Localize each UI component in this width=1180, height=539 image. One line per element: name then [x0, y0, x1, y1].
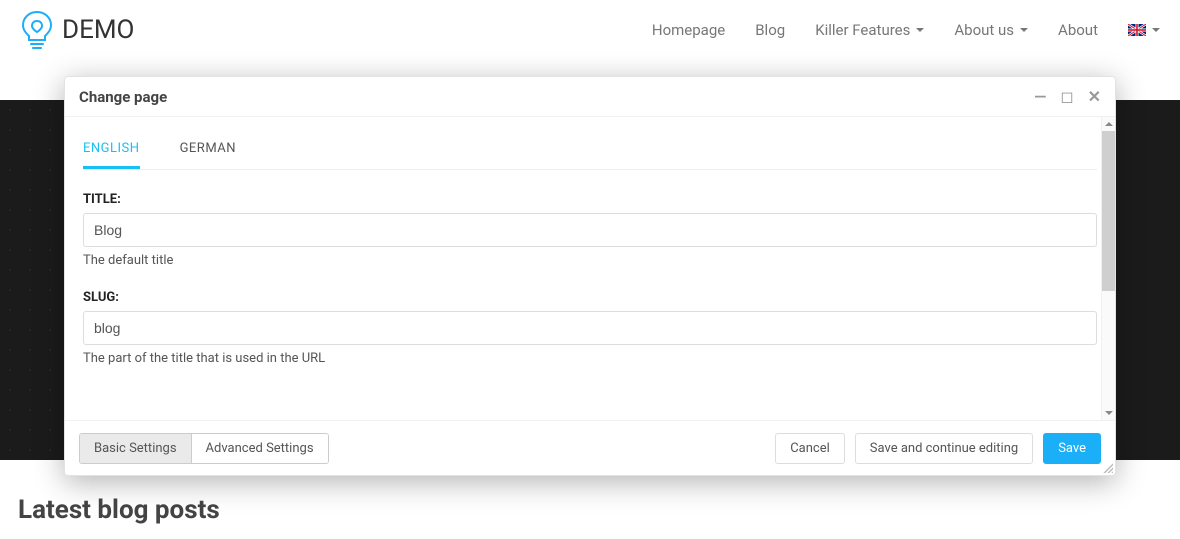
scroll-down-icon[interactable] [1102, 406, 1115, 420]
nav-item-blog[interactable]: Blog [755, 21, 785, 39]
nav-item-about[interactable]: About [1058, 21, 1098, 39]
change-page-modal: Change page — ◻ ✕ ENGLISH GERMAN TITLE: … [64, 76, 1116, 476]
modal-title: Change page [79, 88, 167, 106]
title-label: TITLE: [83, 192, 1097, 207]
language-selector[interactable] [1128, 24, 1160, 36]
tab-german[interactable]: GERMAN [180, 131, 236, 169]
latest-blog-posts-heading: Latest blog posts [18, 495, 220, 525]
footer-actions: Cancel Save and continue editing Save [775, 433, 1101, 464]
title-input[interactable] [83, 213, 1097, 247]
nav-item-about-us[interactable]: About us [954, 21, 1028, 39]
close-icon[interactable]: ✕ [1088, 87, 1101, 106]
maximize-icon[interactable]: ◻ [1060, 87, 1073, 106]
save-and-continue-button[interactable]: Save and continue editing [855, 433, 1033, 464]
nav-menu: Homepage Blog Killer Features About us A… [652, 21, 1160, 39]
flag-uk-icon [1128, 24, 1146, 36]
nav-item-killer-features[interactable]: Killer Features [815, 21, 924, 39]
chevron-down-icon [1152, 28, 1160, 32]
minimize-icon[interactable]: — [1034, 87, 1046, 106]
slug-help-text: The part of the title that is used in th… [83, 351, 1097, 366]
brand-text: DEMO [62, 15, 134, 45]
title-help-text: The default title [83, 253, 1097, 268]
brand[interactable]: DEMO [20, 10, 134, 50]
language-tabs: ENGLISH GERMAN [83, 131, 1097, 170]
chevron-down-icon [916, 28, 924, 32]
tab-english[interactable]: ENGLISH [83, 131, 140, 169]
resize-handle-icon[interactable] [1101, 461, 1113, 473]
basic-settings-button[interactable]: Basic Settings [80, 434, 191, 463]
modal-body: ENGLISH GERMAN TITLE: The default title … [65, 117, 1115, 420]
settings-segmented-control: Basic Settings Advanced Settings [79, 433, 329, 464]
chevron-down-icon [1020, 28, 1028, 32]
field-slug: SLUG: The part of the title that is used… [83, 290, 1097, 366]
slug-input[interactable] [83, 311, 1097, 345]
advanced-settings-button[interactable]: Advanced Settings [191, 434, 328, 463]
scroll-up-icon[interactable] [1102, 117, 1115, 131]
field-title: TITLE: The default title [83, 192, 1097, 268]
modal-footer: Basic Settings Advanced Settings Cancel … [65, 420, 1115, 475]
scroll-thumb[interactable] [1102, 131, 1115, 291]
cancel-button[interactable]: Cancel [775, 433, 845, 464]
modal-window-controls: — ◻ ✕ [1034, 87, 1101, 106]
navbar: DEMO Homepage Blog Killer Features About… [0, 0, 1180, 60]
modal-header: Change page — ◻ ✕ [65, 77, 1115, 117]
logo-lightbulb-icon [20, 10, 54, 50]
scrollbar[interactable] [1101, 117, 1115, 420]
slug-label: SLUG: [83, 290, 1097, 305]
nav-item-homepage[interactable]: Homepage [652, 21, 725, 39]
save-button[interactable]: Save [1043, 433, 1101, 464]
